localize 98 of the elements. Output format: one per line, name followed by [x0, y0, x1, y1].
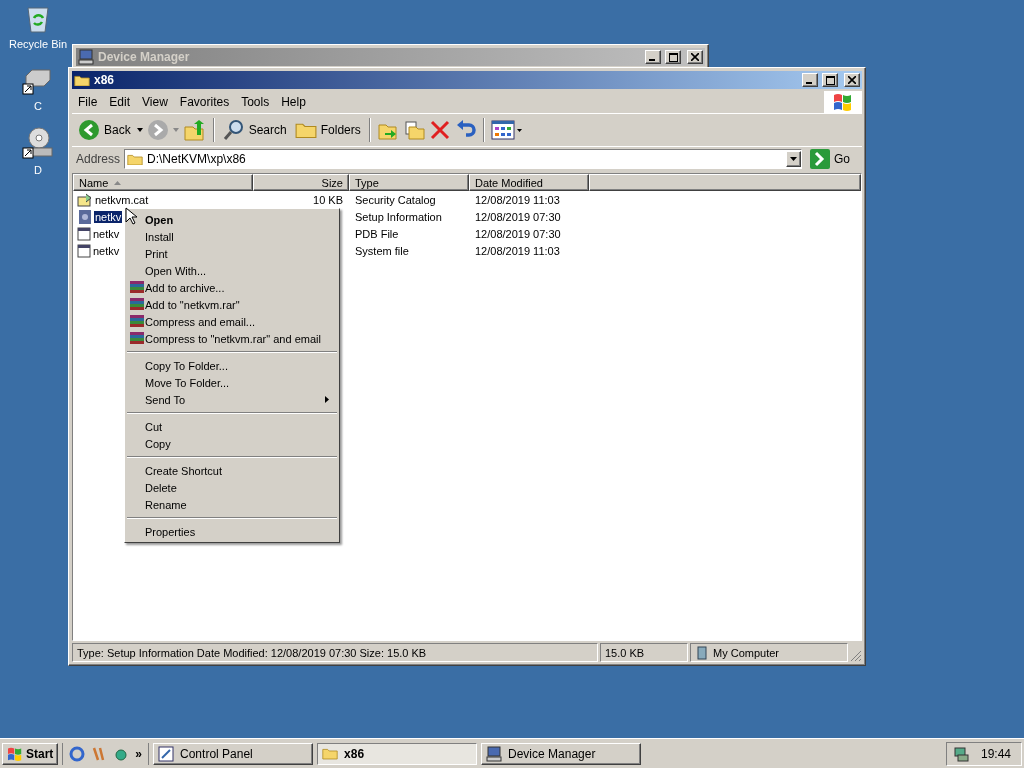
folders-button[interactable]: Folders [292, 119, 363, 141]
maximize-icon [825, 75, 835, 85]
taskbar-button[interactable]: x86 [317, 742, 478, 765]
maximize-button[interactable] [665, 50, 681, 64]
context-menu-item[interactable]: Add to archive... [127, 279, 337, 296]
taskbar-button[interactable]: Control Panel [153, 742, 314, 765]
folder-icon [74, 73, 90, 87]
copy-to-folder-icon[interactable] [402, 119, 425, 141]
context-menu-item[interactable]: Rename [127, 496, 337, 513]
table-cell-text: Setup Information [354, 210, 443, 223]
books-icon [130, 298, 144, 311]
column-header[interactable]: Date Modified [469, 174, 589, 191]
close-icon [848, 76, 856, 84]
context-menu-item[interactable]: Properties [127, 523, 337, 540]
folder-up-icon[interactable] [182, 119, 207, 141]
caret-icon[interactable] [136, 128, 143, 132]
window-file-icon [77, 243, 91, 258]
address-field[interactable]: D:\NetKVM\xp\x86 [124, 149, 802, 169]
search-icon [222, 119, 245, 141]
books-icon [130, 332, 144, 345]
menu-item[interactable]: Favorites [173, 95, 236, 109]
minimize-button[interactable] [802, 73, 818, 87]
certificate-file-icon [77, 192, 93, 207]
minimize-button[interactable] [645, 50, 661, 64]
close-icon [691, 53, 699, 61]
folders-icon [294, 121, 317, 139]
table-cell-text: 12/08/2019 11:03 [474, 244, 561, 257]
status-text: Type: Setup Information Date Modified: 12/08/2019 07:30 Size: 15.0 KB [72, 643, 598, 662]
context-menu-item[interactable]: Compress and email... [127, 313, 337, 330]
table-cell-text: System file [354, 244, 410, 257]
sort-arrow-icon [114, 180, 122, 185]
back-button[interactable]: Back [76, 117, 133, 143]
views-icon[interactable] [490, 119, 523, 141]
context-menu-item[interactable]: Copy To Folder... [127, 357, 337, 374]
maximize-icon [668, 52, 678, 62]
column-header[interactable]: Name [73, 174, 253, 191]
go-button[interactable]: Go [806, 149, 858, 169]
context-menu-item[interactable]: Add to "netkvm.rar" [127, 296, 337, 313]
folder-icon [322, 747, 339, 760]
table-cell-text: 10 KB [312, 193, 344, 206]
delete-icon[interactable] [428, 119, 451, 141]
file-name[interactable]: netkv [92, 244, 121, 257]
address-label: Address [76, 152, 121, 166]
table-cell-text: Security Catalog [354, 193, 437, 206]
context-menu-item[interactable]: Compress to "netkvm.rar" and email [127, 330, 337, 347]
flag-logo-icon [7, 746, 23, 761]
desktop-icon-label[interactable]: C [34, 100, 42, 112]
table-cell-text: PDB File [354, 227, 400, 240]
status-size: 15.0 KB [600, 643, 688, 662]
start-button[interactable]: Start [2, 742, 59, 765]
close-button[interactable] [687, 50, 703, 64]
maximize-button[interactable] [822, 73, 838, 87]
network-icon[interactable] [952, 745, 969, 762]
menu-item[interactable]: Tools [235, 95, 276, 109]
context-menu-item[interactable]: Send To [127, 391, 337, 408]
search-button[interactable]: Search [220, 117, 289, 143]
submenu-arrow-icon [325, 396, 329, 403]
context-menu-item[interactable]: Cut [127, 418, 337, 435]
close-button[interactable] [844, 73, 860, 87]
table-cell-text: 12/08/2019 07:30 [474, 227, 562, 240]
cd-drive-shortcut-icon [22, 126, 54, 160]
window-title: x86 [94, 73, 116, 87]
context-menu-item[interactable]: Move To Folder... [127, 374, 337, 391]
menu-item[interactable]: View [136, 95, 174, 109]
window-title-bar[interactable]: x86 [72, 71, 862, 89]
menu-item[interactable]: Edit [103, 95, 137, 109]
caret-icon [790, 157, 797, 161]
status-zone: My Computer [690, 643, 848, 662]
column-header[interactable]: Type [349, 174, 469, 191]
desktop-icon-label[interactable]: D [34, 164, 42, 176]
context-menu-item[interactable]: Create Shortcut [127, 462, 337, 479]
file-name[interactable]: netkvm.cat [94, 193, 150, 206]
gear-file-icon [77, 208, 93, 225]
context-menu-item[interactable]: Delete [127, 479, 337, 496]
menu-item[interactable]: File [72, 95, 104, 109]
more-chevron[interactable]: » [135, 746, 143, 761]
file-name[interactable]: netkv [94, 210, 123, 223]
books-icon [130, 315, 144, 328]
table-cell-text: 12/08/2019 07:30 [474, 210, 562, 223]
desktop-icon-label[interactable]: Recycle Bin [8, 38, 68, 50]
resize-grip-icon[interactable] [850, 650, 862, 662]
clock: 19:44 [980, 746, 1011, 761]
window-file-icon [77, 226, 91, 241]
control-panel-icon [158, 745, 175, 762]
context-menu-item[interactable]: Install [127, 228, 337, 245]
taskbar-button[interactable]: Device Manager [481, 742, 642, 765]
flag-logo-icon [833, 93, 853, 111]
window-title: Device Manager [98, 50, 191, 64]
context-menu-item[interactable]: Open With... [127, 262, 337, 279]
column-header[interactable]: Size [253, 174, 349, 191]
table-cell-text: 12/08/2019 11:03 [474, 193, 561, 206]
context-menu-item[interactable]: Print [127, 245, 337, 262]
dropdown-button[interactable] [786, 151, 801, 167]
menu-item[interactable]: Help [275, 95, 312, 109]
context-menu-item[interactable]: Copy [127, 435, 337, 452]
file-name[interactable]: netkv [92, 227, 121, 240]
folder-icon [127, 152, 144, 166]
books-icon [130, 281, 144, 294]
